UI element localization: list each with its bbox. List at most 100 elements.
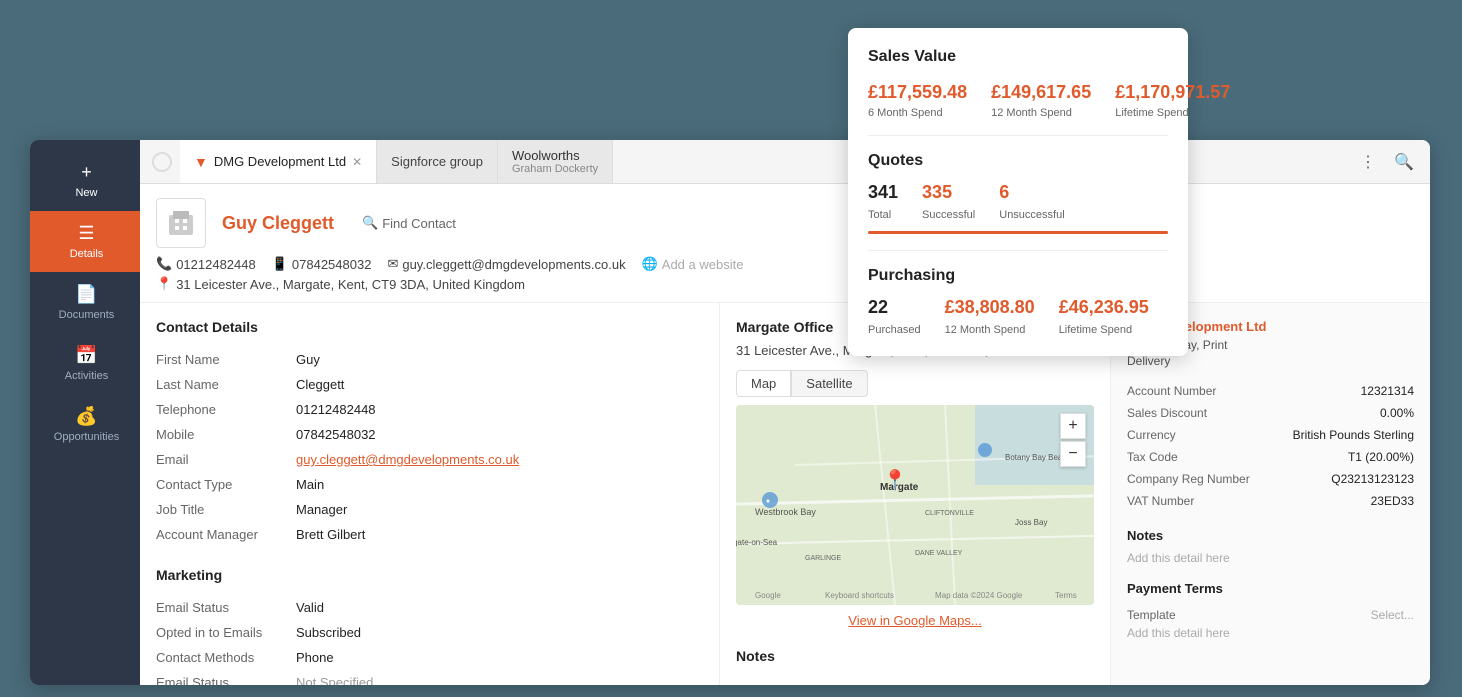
quotes-title: Quotes — [868, 152, 1168, 170]
metric-6month: £117,559.48 6 Month Spend — [868, 82, 967, 119]
value-currency: British Pounds Sterling — [1293, 428, 1414, 442]
sidebar-documents-label: Documents — [59, 309, 115, 321]
map-controls: + − — [1060, 413, 1086, 467]
quotes-total-label: Total — [868, 209, 898, 221]
opportunities-icon: 💰 — [75, 406, 97, 427]
svg-text:Joss Bay: Joss Bay — [1015, 518, 1047, 527]
plus-icon: + — [81, 162, 92, 183]
metric-6month-value: £117,559.48 — [868, 82, 967, 103]
sales-card-title: Sales Value — [868, 48, 1168, 66]
main-content: ▼ DMG Development Ltd ✕ Signforce group … — [140, 140, 1430, 685]
tab-signforce[interactable]: Signforce group — [377, 140, 498, 183]
app-window: + New ☰ Details 📄 Documents 📅 Activities… — [30, 140, 1430, 685]
phone2-value: 07842548032 — [292, 257, 372, 272]
map-placeholder: Westbrook Bay Margate Botany Bay Beach J… — [736, 405, 1094, 605]
view-google-maps-link[interactable]: View in Google Maps... — [736, 613, 1094, 628]
contact-header: Guy Cleggett 🔍 Find Contact 📞 0121248244… — [140, 184, 1430, 303]
label-contacttype: Contact Type — [156, 477, 296, 492]
right-row-salesdiscount: Sales Discount 0.00% — [1127, 402, 1414, 424]
purch-lifetime: £46,236.95 Lifetime Spend — [1059, 297, 1149, 336]
label-emailstatus2: Email Status — [156, 675, 296, 685]
sales-value-card: Sales Value £117,559.48 6 Month Spend £1… — [848, 28, 1188, 356]
tab-dmg-arrow-icon: ▼ — [194, 154, 208, 170]
search-icon: 🔍 — [362, 215, 378, 231]
detail-row-optedin: Opted in to Emails Subscribed — [156, 620, 703, 645]
right-payment-title: Payment Terms — [1127, 581, 1414, 596]
detail-row-firstname: First Name Guy — [156, 347, 703, 372]
find-contact-button[interactable]: 🔍 Find Contact — [354, 211, 464, 235]
tab-woolworths[interactable]: Woolworths Graham Dockerty — [498, 140, 613, 183]
tab-dmg[interactable]: ▼ DMG Development Ltd ✕ — [180, 140, 377, 183]
right-row-template: Template Select... — [1127, 604, 1414, 626]
map-zoom-in-button[interactable]: + — [1060, 413, 1086, 439]
more-options-icon[interactable]: ⋮ — [1354, 148, 1382, 176]
value-accountmanager: Brett Gilbert — [296, 527, 365, 542]
address-value: 31 Leicester Ave., Margate, Kent, CT9 3D… — [176, 277, 525, 292]
quotes-total-value: 341 — [868, 182, 898, 203]
tab-dmg-label: DMG Development Ltd — [214, 154, 346, 169]
label-firstname: First Name — [156, 352, 296, 367]
sidebar: + New ☰ Details 📄 Documents 📅 Activities… — [30, 140, 140, 685]
activities-icon: 📅 — [75, 345, 97, 366]
label-emailstatus: Email Status — [156, 600, 296, 615]
metric-6month-label: 6 Month Spend — [868, 107, 967, 119]
sales-metrics: £117,559.48 6 Month Spend £149,617.65 12… — [868, 82, 1168, 119]
value-salesdiscount: 0.00% — [1380, 406, 1414, 420]
payment-select[interactable]: Select... — [1371, 608, 1414, 622]
metric-lifetime: £1,170,971.57 Lifetime Spend — [1115, 82, 1230, 119]
label-accountmanager: Account Manager — [156, 527, 296, 542]
map-zoom-out-button[interactable]: − — [1060, 441, 1086, 467]
contact-website[interactable]: 🌐 Add a website — [642, 256, 744, 272]
quotes-metrics: 341 Total 335 Successful 6 Unsuccessful — [868, 182, 1168, 221]
purch-metrics: 22 Purchased £38,808.80 12 Month Spend £… — [868, 297, 1168, 336]
contact-phone1: 📞 01212482448 — [156, 256, 256, 272]
email-value: guy.cleggett@dmgdevelopments.co.uk — [402, 257, 625, 272]
quotes-section: Quotes 341 Total 335 Successful 6 Unsucc… — [868, 152, 1168, 234]
value-jobtitle: Manager — [296, 502, 347, 517]
value-contactmethods: Phone — [296, 650, 334, 665]
svg-text:●: ● — [766, 498, 770, 505]
sidebar-item-activities[interactable]: 📅 Activities — [30, 333, 140, 394]
sidebar-details-label: Details — [70, 248, 104, 260]
right-row-vatnumber: VAT Number 23ED33 — [1127, 490, 1414, 512]
tab-dmg-close-icon[interactable]: ✕ — [352, 155, 362, 169]
detail-row-jobtitle: Job Title Manager — [156, 497, 703, 522]
map-tab-satellite[interactable]: Satellite — [791, 370, 867, 397]
metric-12month-label: 12 Month Spend — [991, 107, 1091, 119]
metric-12month: £149,617.65 12 Month Spend — [991, 82, 1091, 119]
sidebar-item-details[interactable]: ☰ Details — [30, 211, 140, 272]
value-email[interactable]: guy.cleggett@dmgdevelopments.co.uk — [296, 452, 519, 467]
sidebar-item-documents[interactable]: 📄 Documents — [30, 272, 140, 333]
contact-name-row: Guy Cleggett 🔍 Find Contact — [156, 198, 1414, 248]
label-taxcode: Tax Code — [1127, 450, 1178, 464]
value-emailstatus: Valid — [296, 600, 324, 615]
quotes-unsuccessful-label: Unsuccessful — [999, 209, 1064, 221]
label-accountnumber: Account Number — [1127, 384, 1216, 398]
detail-row-mobile: Mobile 07842548032 — [156, 422, 703, 447]
tab-woolworths-sub: Graham Dockerty — [512, 163, 598, 175]
detail-row-emailstatus: Email Status Valid — [156, 595, 703, 620]
purch-12month-value: £38,808.80 — [945, 297, 1035, 318]
purchasing-section: Purchasing 22 Purchased £38,808.80 12 Mo… — [868, 267, 1168, 336]
value-companyreg: Q23213123123 — [1331, 472, 1414, 486]
quotes-progress-bar — [868, 231, 1168, 234]
detail-row-accountmanager: Account Manager Brett Gilbert — [156, 522, 703, 547]
svg-text:📍: 📍 — [883, 468, 908, 492]
purch-lifetime-value: £46,236.95 — [1059, 297, 1149, 318]
documents-icon: 📄 — [75, 284, 97, 305]
phone1-value: 01212482448 — [176, 257, 256, 272]
sidebar-item-opportunities[interactable]: 💰 Opportunities — [30, 394, 140, 455]
quotes-unsuccessful: 6 Unsuccessful — [999, 182, 1064, 221]
search-tab-icon[interactable]: 🔍 — [1390, 148, 1418, 176]
contact-address: 📍 31 Leicester Ave., Margate, Kent, CT9 … — [156, 276, 1414, 292]
value-lastname: Cleggett — [296, 377, 344, 392]
purch-lifetime-label: Lifetime Spend — [1059, 324, 1149, 336]
sidebar-item-new[interactable]: + New — [30, 150, 140, 211]
email-icon: ✉ — [387, 256, 398, 272]
quotes-successful-value: 335 — [922, 182, 975, 203]
right-delivery: Delivery — [1127, 354, 1414, 368]
label-jobtitle: Job Title — [156, 502, 296, 517]
map-tab-map[interactable]: Map — [736, 370, 791, 397]
value-contacttype: Main — [296, 477, 324, 492]
tab-signforce-label: Signforce group — [391, 154, 483, 169]
